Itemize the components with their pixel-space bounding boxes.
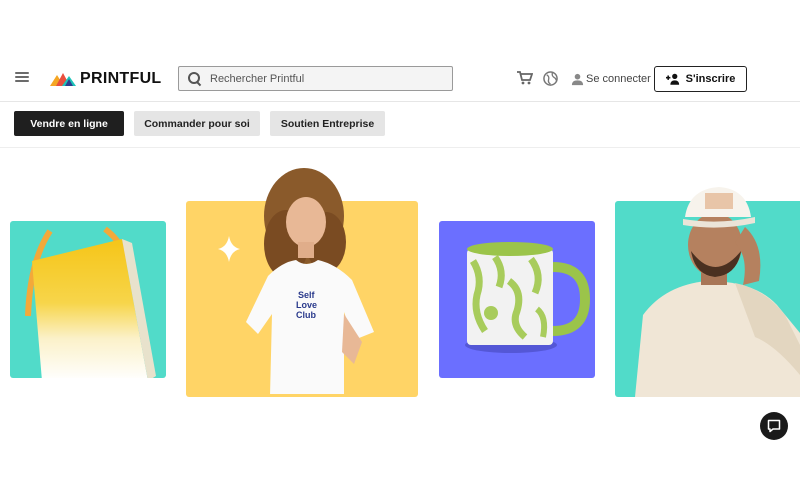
tab-commander-pour-soi[interactable]: Commander pour soi — [134, 111, 260, 136]
user-icon — [571, 73, 584, 85]
cap-model-image — [635, 187, 800, 397]
tab-vendre-en-ligne[interactable]: Vendre en ligne — [14, 111, 124, 136]
tshirt-model-image: Self Love Club — [218, 168, 374, 394]
mug-card[interactable] — [439, 221, 595, 378]
signup-button[interactable]: S'inscrire — [654, 66, 747, 92]
hamburger-menu-icon[interactable] — [15, 72, 29, 84]
login-label: Se connecter — [586, 73, 651, 85]
header-divider — [0, 101, 800, 102]
tote-bag-card[interactable] — [10, 221, 166, 378]
tote-bag-image — [25, 226, 156, 378]
tabs-divider — [0, 147, 800, 148]
tshirt-card[interactable]: Self Love Club — [186, 168, 418, 397]
add-user-icon — [665, 73, 679, 85]
printful-logo[interactable]: PRINTFUL — [50, 68, 162, 90]
mug-image — [465, 242, 591, 353]
search-bar[interactable] — [178, 66, 453, 91]
shirt-print-line-3: Club — [296, 310, 316, 320]
login-link[interactable]: Se connecter — [571, 71, 651, 87]
tab-soutien-entreprise[interactable]: Soutien Entreprise — [270, 111, 385, 136]
segment-tabs: Vendre en ligne Commander pour soi Souti… — [0, 111, 800, 137]
top-header: PRINTFUL Se connecter S'inscrire — [0, 62, 800, 96]
cap-card[interactable] — [615, 187, 800, 397]
globe-icon[interactable] — [543, 71, 558, 86]
logo-text: PRINTFUL — [80, 70, 162, 87]
printful-mountains-icon — [50, 73, 76, 86]
search-icon — [188, 71, 202, 86]
signup-label: S'inscrire — [685, 73, 736, 85]
shirt-print-line-2: Love — [296, 300, 317, 310]
chat-bubble-icon — [767, 419, 781, 433]
cart-icon[interactable] — [517, 71, 533, 85]
shirt-print-line-1: Self — [298, 290, 316, 300]
chat-button[interactable] — [760, 412, 788, 440]
search-input[interactable] — [210, 72, 440, 85]
